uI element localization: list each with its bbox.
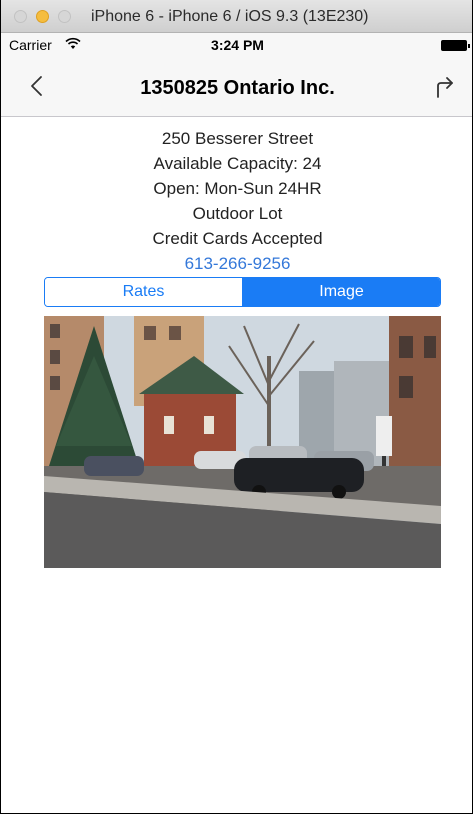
- simulator-title-bar: iPhone 6 - iPhone 6 / iOS 9.3 (13E230): [1, 0, 472, 33]
- window-zoom-button[interactable]: [58, 10, 71, 23]
- address-text: 250 Besserer Street: [161, 129, 314, 148]
- simulator-window: iPhone 6 - iPhone 6 / iOS 9.3 (13E230) C…: [0, 0, 473, 814]
- lot-details: 250 Besserer Street Available Capacity: …: [1, 126, 472, 276]
- capacity-text: Available Capacity: 24: [153, 154, 322, 173]
- share-arrow-icon: [437, 77, 453, 98]
- lot-type-text: Outdoor Lot: [192, 204, 283, 223]
- rates-segment[interactable]: Rates: [45, 278, 243, 306]
- hours-text: Open: Mon-Sun 24HR: [153, 179, 322, 198]
- status-bar: Carrier 3:24 PM: [1, 33, 472, 57]
- window-minimize-button[interactable]: [36, 10, 49, 23]
- simulator-title: iPhone 6 - iPhone 6 / iOS 9.3 (13E230): [91, 8, 369, 25]
- image-segment[interactable]: Image: [243, 278, 440, 306]
- navigation-bar: 1350825 Ontario Inc.: [1, 57, 472, 117]
- rates-image-segmented-control: Rates Image: [44, 277, 441, 307]
- parking-lot-photo: [44, 316, 441, 568]
- window-close-button[interactable]: [14, 10, 27, 23]
- payment-text: Credit Cards Accepted: [152, 229, 323, 248]
- status-time: 3:24 PM: [211, 37, 264, 53]
- phone-link[interactable]: 613-266-9256: [1, 251, 472, 276]
- share-button[interactable]: [432, 75, 458, 101]
- battery-icon: [441, 40, 470, 51]
- page-title: 1350825 Ontario Inc.: [140, 77, 335, 99]
